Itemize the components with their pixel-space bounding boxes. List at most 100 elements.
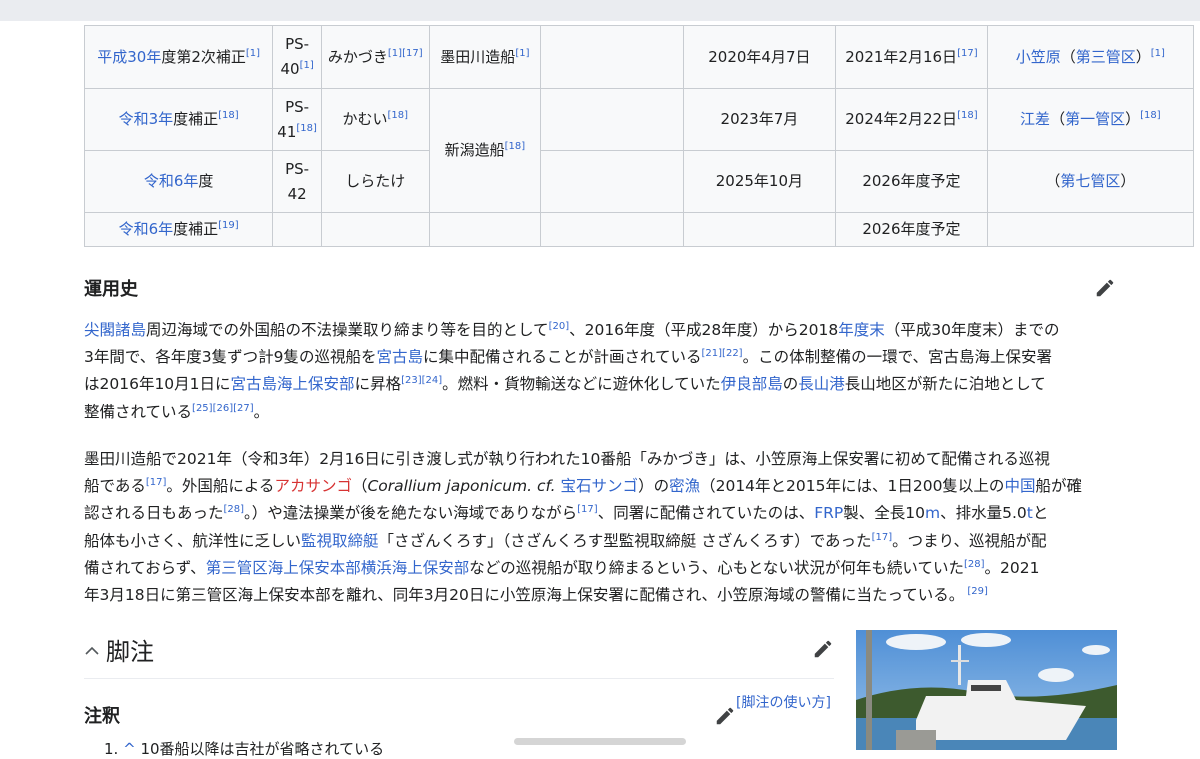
citation-ref[interactable]: [20] — [549, 321, 570, 332]
text: PS- — [285, 97, 310, 116]
wiki-link[interactable]: 令和6年 — [119, 220, 174, 238]
text: 2021年2月16日 — [845, 47, 958, 66]
table-cell — [540, 25, 684, 89]
footnote-howto-link[interactable]: [脚注の使い方] — [736, 692, 831, 712]
citation-ref[interactable]: [21][22] — [702, 348, 743, 359]
table-cell: 2023年7月 — [682, 88, 837, 151]
table-cell: みかづき[1][17] — [320, 25, 430, 89]
table-cell — [272, 212, 322, 247]
footnotes-section-toggle[interactable]: 脚注 — [84, 632, 154, 667]
wiki-link[interactable]: 年度末 — [838, 321, 885, 339]
wiki-link[interactable]: 宮古島 — [376, 348, 423, 366]
text: 長山地区が新たに泊地として — [844, 375, 1046, 394]
table-cell: 2024年2月22日[18] — [835, 88, 988, 151]
table-cell: 2025年10月 — [682, 150, 837, 213]
text: PS- — [285, 159, 310, 178]
red-link[interactable]: アカサンゴ — [274, 477, 352, 495]
wiki-link[interactable]: 令和3年 — [119, 110, 174, 128]
ship-photo[interactable] — [856, 630, 1117, 750]
citation-ref[interactable]: [28] — [224, 504, 245, 515]
text: （平成30年度末）までの — [884, 321, 1060, 339]
citation-ref[interactable]: [17] — [577, 504, 598, 515]
text: （ — [1045, 172, 1061, 190]
text: 。外国船による — [166, 477, 275, 496]
citation-ref[interactable]: [18] — [387, 110, 408, 121]
text: に昇格 — [354, 375, 402, 394]
text: 42 — [287, 184, 307, 203]
citation-ref[interactable]: [18] — [218, 110, 239, 121]
wiki-link[interactable]: 第三管区 — [1076, 48, 1136, 66]
citation-ref[interactable]: [29] — [964, 586, 988, 597]
table-row: 平成30年度第2次補正[1] PS- 40[1] みかづき[1][17] 墨田川造船[1… — [83, 25, 1195, 89]
wiki-link[interactable]: 第七管区 — [1060, 172, 1120, 190]
table-cell: PS- 41[18] — [272, 88, 322, 151]
wiki-link[interactable]: 第三管区海上保安本部横浜海上保安部 — [206, 559, 470, 577]
text: 船である — [84, 477, 146, 496]
citation-ref[interactable]: [1] — [515, 48, 529, 59]
wiki-link[interactable]: 平成30年 — [97, 48, 161, 66]
citation-ref[interactable]: [1] — [300, 60, 314, 71]
wiki-link[interactable]: 監視取締艇 — [301, 532, 379, 550]
table-cell — [986, 212, 1195, 247]
citation-ref[interactable]: [1] — [1151, 48, 1165, 59]
wiki-link[interactable]: 江差 — [1020, 110, 1050, 128]
wiki-link[interactable]: 令和6年 — [144, 172, 199, 190]
text: しらたけ — [345, 172, 406, 190]
citation-ref[interactable]: [18] — [296, 123, 317, 134]
citation-ref[interactable]: [18] — [957, 110, 978, 121]
text: 周辺海域での外国船の不法操業取り締まり等を目的として — [146, 321, 549, 339]
text: かむい — [342, 110, 388, 128]
citation-ref[interactable]: [18] — [505, 141, 526, 152]
note-backlink[interactable]: ^ — [123, 740, 136, 758]
edit-pencil-icon[interactable] — [1094, 277, 1116, 299]
text: 度第2次補正 — [161, 47, 246, 66]
wiki-link[interactable]: m — [925, 504, 940, 522]
wiki-link[interactable]: FRP — [814, 504, 843, 522]
text: みかづき — [327, 47, 388, 66]
table-cell: 江差（第一管区）[18] — [986, 88, 1195, 151]
table-cell: 令和6年度 — [83, 150, 274, 213]
table-cell: 2020年4月7日 — [682, 25, 837, 89]
text: 度 — [198, 172, 214, 190]
citation-ref[interactable]: [23][24] — [401, 375, 442, 386]
edit-pencil-icon[interactable] — [812, 638, 834, 660]
footnotes-heading: 脚注 — [106, 638, 154, 666]
citation-ref[interactable]: [17] — [957, 48, 978, 59]
citation-ref[interactable]: [17] — [872, 532, 893, 543]
text: 度補正 — [173, 110, 219, 128]
citation-ref[interactable]: [18] — [1140, 110, 1161, 121]
citation-ref[interactable]: [1] — [246, 48, 260, 59]
table-cell: （第七管区） — [986, 150, 1195, 213]
history-paragraph-1: 尖閣諸島周辺海域での外国船の不法操業取り締まり等を目的として[20]、2016年… — [84, 317, 1124, 426]
table-cell — [540, 150, 684, 213]
edit-pencil-icon[interactable] — [714, 705, 736, 727]
wiki-link[interactable]: 長山港 — [798, 375, 845, 393]
wiki-link[interactable]: 伊良部島 — [721, 375, 783, 393]
text: 新潟造船 — [444, 141, 505, 159]
wiki-link[interactable]: 中国 — [1004, 477, 1035, 495]
wiki-link[interactable]: 密漁 — [669, 477, 700, 495]
text: などの巡視船が取り締まるという、心もとない状況が何年も続いていた — [469, 558, 964, 577]
citation-ref[interactable]: [1][17] — [388, 48, 423, 59]
divider — [84, 678, 834, 679]
text: は2016年10月1日に — [84, 375, 231, 394]
citation-ref[interactable]: [25][26][27] — [192, 403, 254, 414]
scroll-indicator[interactable] — [514, 738, 686, 745]
citation-ref[interactable]: [28] — [964, 559, 985, 570]
note-number: 1. — [104, 740, 119, 758]
citation-ref[interactable]: [17] — [146, 477, 167, 488]
wiki-link[interactable]: 宝石サンゴ — [561, 477, 639, 495]
text: 41 — [277, 122, 297, 141]
text: （ — [1060, 47, 1076, 66]
chevron-up-icon — [85, 646, 99, 655]
wiki-link[interactable]: 宮古島海上保安部 — [231, 375, 355, 393]
text: 、排水量5.0 — [940, 504, 1027, 523]
wiki-link[interactable]: 尖閣諸島 — [84, 321, 146, 339]
table-cell: しらたけ — [320, 150, 430, 213]
wiki-link[interactable]: 小笠原 — [1016, 48, 1061, 66]
citation-ref[interactable]: [19] — [218, 220, 239, 231]
wiki-link[interactable]: 第一管区 — [1065, 110, 1125, 128]
table-cell: 平成30年度第2次補正[1] — [83, 25, 274, 89]
text: 3年間で、各年度3隻ずつ計9隻の巡視船を — [84, 348, 377, 367]
text: 備されておらず、 — [84, 558, 206, 577]
